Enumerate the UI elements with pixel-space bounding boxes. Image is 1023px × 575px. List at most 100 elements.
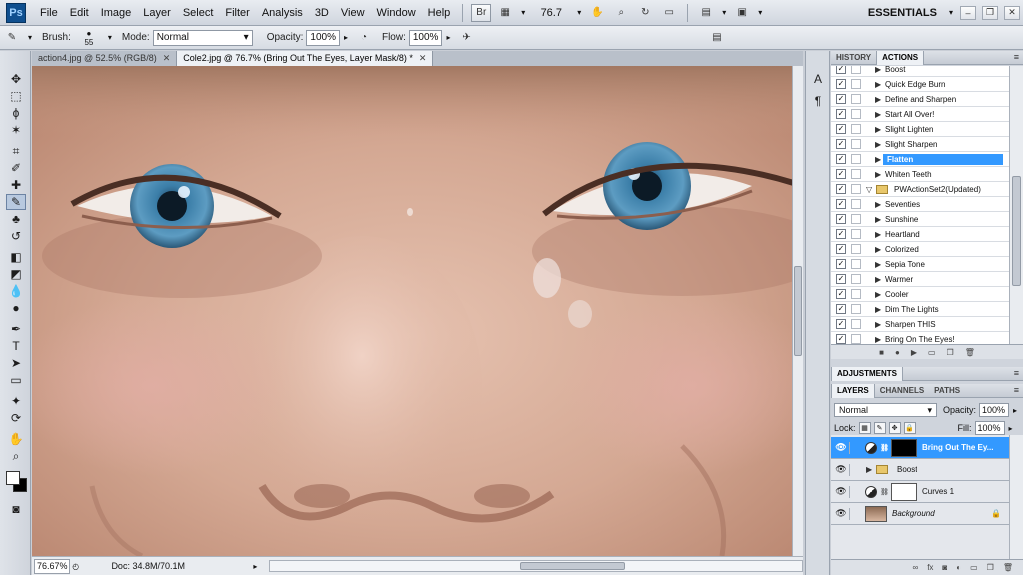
record-icon[interactable]: ● — [895, 348, 900, 357]
expand-arrow-icon[interactable]: ▶ — [875, 140, 883, 149]
expand-arrow-icon[interactable]: ▶ — [875, 230, 883, 239]
expand-arrow-icon[interactable]: ▶ — [875, 290, 883, 299]
dialog-toggle[interactable] — [851, 169, 861, 179]
panel-menu-icon[interactable]: ≡ — [1014, 52, 1019, 62]
close-icon[interactable]: ✕ — [419, 51, 427, 66]
document-canvas[interactable] — [32, 66, 792, 556]
play-icon[interactable]: ▶ — [911, 348, 917, 357]
expand-arrow-icon[interactable]: ▶ — [875, 215, 883, 224]
menu-filter[interactable]: Filter — [219, 0, 255, 26]
canvas-horizontal-scrollbar[interactable] — [269, 560, 803, 572]
type-icon[interactable]: T — [6, 338, 26, 354]
menu-window[interactable]: Window — [371, 0, 422, 26]
toggle-checkbox[interactable]: ✓ — [836, 124, 846, 134]
status-menu-icon[interactable]: ◴ — [70, 558, 81, 574]
tool-preset-dropdown-icon[interactable]: ▾ — [24, 30, 36, 46]
expand-arrow-icon[interactable]: ▶ — [875, 305, 883, 314]
panel-menu-icon[interactable]: ≡ — [1014, 368, 1019, 378]
screen-mode-button[interactable]: ▣ — [732, 4, 752, 22]
brush-icon[interactable]: ✎ — [6, 194, 26, 210]
toggle-checkbox[interactable]: ✓ — [836, 79, 846, 89]
workspace-dropdown-icon[interactable]: ▾ — [945, 5, 957, 21]
layer-row[interactable]: 👁 ⛓ Curves 1 — [831, 481, 1009, 503]
toggle-checkbox[interactable]: ✓ — [836, 139, 846, 149]
dodge-icon[interactable]: ● — [6, 300, 26, 316]
expand-arrow-icon[interactable]: ▶ — [875, 170, 883, 179]
panel-menu-icon[interactable]: ≡ — [1014, 385, 1019, 395]
menu-edit[interactable]: Edit — [64, 0, 95, 26]
fill-input[interactable]: 100% — [974, 421, 1005, 435]
move-icon[interactable]: ✥ — [6, 71, 26, 87]
action-set-row[interactable]: ✓ ▽ PWActionSet2(Updated) — [831, 182, 1009, 197]
dialog-toggle[interactable] — [851, 184, 861, 194]
brush-preset-picker[interactable]: ● 55 — [74, 29, 104, 47]
close-icon[interactable]: ✕ — [163, 51, 171, 66]
toggle-checkbox[interactable]: ✓ — [836, 109, 846, 119]
expand-arrow-icon[interactable]: ▶ — [875, 245, 883, 254]
actions-scrollbar[interactable] — [1009, 66, 1023, 344]
expand-arrow-icon[interactable]: ▶ — [875, 155, 883, 164]
new-action-icon[interactable]: ❐ — [947, 348, 954, 357]
3d-orbit-icon[interactable]: ⟳ — [6, 410, 26, 426]
magic-wand-icon[interactable]: ✶ — [6, 122, 26, 138]
dialog-toggle[interactable] — [851, 199, 861, 209]
mask-link-icon[interactable]: ⛓ — [880, 444, 889, 452]
toggle-checkbox[interactable]: ✓ — [836, 289, 846, 299]
dialog-toggle[interactable] — [851, 214, 861, 224]
action-row[interactable]: ✓ ▶ Slight Lighten — [831, 122, 1009, 137]
toggle-checkbox[interactable]: ✓ — [836, 244, 846, 254]
adjustment-layer-icon[interactable]: ◐ — [956, 563, 961, 572]
scroll-thumb[interactable] — [1012, 176, 1021, 286]
hand-icon[interactable]: ✋ — [6, 431, 26, 447]
tab-paths[interactable]: PATHS — [929, 384, 965, 398]
dialog-toggle[interactable] — [851, 109, 861, 119]
zoom-percent-input[interactable]: 76.67% — [34, 558, 70, 574]
toggle-checkbox[interactable]: ✓ — [836, 214, 846, 224]
toggle-checkbox[interactable]: ✓ — [836, 199, 846, 209]
expand-arrow-icon[interactable]: ▽ — [866, 185, 874, 194]
arrange-dropdown-icon[interactable]: ▾ — [718, 5, 730, 21]
character-panel-button[interactable]: A — [810, 71, 826, 87]
layer-style-icon[interactable]: fx — [927, 563, 933, 572]
expand-arrow-icon[interactable]: ▶ — [875, 335, 883, 344]
eraser-icon[interactable]: ◧ — [6, 249, 26, 265]
toggle-checkbox[interactable]: ✓ — [836, 94, 846, 104]
dialog-toggle[interactable] — [851, 244, 861, 254]
action-row[interactable]: ✓ ▶ Boost — [831, 66, 1009, 77]
expand-arrow-icon[interactable]: ▶ — [875, 320, 883, 329]
layer-row[interactable]: 👁 ▶ Boost — [831, 459, 1009, 481]
status-info-dropdown-icon[interactable]: ▸ — [250, 558, 261, 574]
blend-mode-select[interactable]: Normal ▾ — [834, 403, 937, 417]
expand-arrow-icon[interactable]: ▶ — [875, 260, 883, 269]
rotate-view-button[interactable]: ↻ — [635, 4, 655, 22]
tablet-opacity-button[interactable]: ◔ — [354, 29, 374, 47]
action-row[interactable]: ✓ ▶ Colorized — [831, 242, 1009, 257]
flow-slider-button[interactable]: ▸ — [442, 30, 454, 46]
ruler-button[interactable]: ▭ — [659, 4, 679, 22]
layer-row[interactable]: 👁 ⛓ Bring Out The Ey... — [831, 437, 1009, 459]
arrange-documents-button[interactable]: ▤ — [696, 4, 716, 22]
action-row[interactable]: ✓ ▶ Flatten — [831, 152, 1009, 167]
add-mask-icon[interactable]: ◙ — [942, 563, 947, 572]
dialog-toggle[interactable] — [851, 334, 861, 344]
opacity-input[interactable]: 100% — [306, 29, 340, 46]
path-selection-icon[interactable]: ➤ — [6, 355, 26, 371]
3d-rotate-icon[interactable]: ✦ — [6, 393, 26, 409]
quick-mask-icon[interactable]: ◙ — [6, 501, 26, 517]
visibility-eye-icon[interactable]: 👁 — [835, 508, 847, 520]
close-window-button[interactable]: ✕ — [1004, 5, 1020, 20]
doc-tab-cole2[interactable]: Cole2.jpg @ 76.7% (Bring Out The Eyes, L… — [177, 51, 434, 66]
layer-opacity-input[interactable]: 100% — [979, 403, 1010, 417]
tab-history[interactable]: HISTORY — [831, 51, 876, 65]
toggle-checkbox[interactable]: ✓ — [836, 154, 846, 164]
visibility-eye-icon[interactable]: 👁 — [835, 464, 847, 476]
brush-dropdown-icon[interactable]: ▾ — [104, 30, 116, 46]
expand-arrow-icon[interactable]: ▶ — [875, 110, 883, 119]
expand-arrow-icon[interactable]: ▶ — [875, 95, 883, 104]
pen-icon[interactable]: ✒ — [6, 321, 26, 337]
action-row[interactable]: ✓ ▶ Sepia Tone — [831, 257, 1009, 272]
visibility-eye-icon[interactable]: 👁 — [835, 442, 847, 454]
restore-button[interactable]: ❐ — [982, 5, 998, 20]
dialog-toggle[interactable] — [851, 79, 861, 89]
paragraph-panel-button[interactable]: ¶ — [810, 93, 826, 109]
